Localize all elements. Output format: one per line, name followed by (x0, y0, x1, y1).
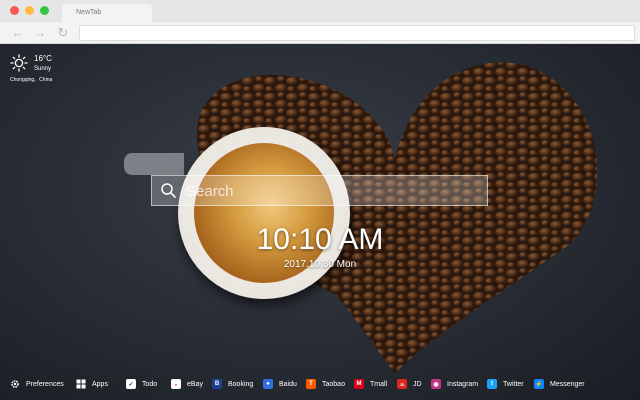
search-icon[interactable] (160, 182, 177, 199)
dock-label-tmall: Tmall (370, 380, 388, 388)
ebay-icon: e (171, 379, 181, 389)
gear-icon (11, 380, 19, 388)
dock-item-apps[interactable]: Apps (76, 376, 108, 392)
dock-item-taobao[interactable]: T Taobao (306, 376, 345, 392)
dock-item-jd[interactable]: JD JD (397, 376, 422, 392)
dock-label-preferences: Preferences (26, 380, 64, 388)
browser-tab[interactable]: NewTab (62, 4, 152, 22)
dock-item-instagram[interactable]: ◉ Instagram (431, 376, 478, 392)
address-bar[interactable] (79, 25, 635, 41)
search-box[interactable] (151, 175, 488, 206)
browser-tab-title: NewTab (76, 9, 102, 16)
dock-item-baidu[interactable]: ● Baidu (263, 376, 297, 392)
dock-item-messenger[interactable]: ⚡ Messenger (534, 376, 585, 392)
browser-tab-strip: NewTab (0, 0, 640, 22)
dock-label-jd: JD (413, 380, 422, 388)
search-input[interactable] (186, 180, 476, 202)
jd-icon: JD (397, 379, 407, 389)
cup-handle-image (124, 153, 184, 175)
dock-label-booking: Booking (228, 380, 254, 388)
sun-icon (10, 54, 28, 72)
booking-icon: B (212, 379, 222, 389)
dock-label-taobao: Taobao (322, 380, 345, 388)
weather-location: Chongqing、China (10, 77, 53, 83)
dock-label-todo: Todo (142, 380, 158, 388)
dock-item-tmall[interactable]: M Tmall (354, 376, 387, 392)
dock-label-ebay: eBay (187, 380, 203, 388)
weather-temperature: 16°C (34, 54, 52, 63)
checkbox-icon: ✓ (126, 379, 136, 389)
bottom-dock: Preferences Apps ✓ Todo e eBay B Booking… (0, 372, 640, 396)
back-arrow-icon[interactable]: ← (10, 25, 26, 41)
clock-date: 2017.10.30 Mon (283, 259, 357, 270)
close-window-button[interactable] (10, 6, 19, 15)
dock-label-instagram: Instagram (447, 380, 479, 388)
dock-item-booking[interactable]: B Booking (212, 376, 253, 392)
taobao-icon: T (306, 379, 316, 389)
minimize-window-button[interactable] (25, 6, 34, 15)
wallpaper-background (0, 44, 640, 400)
dock-label-apps: Apps (92, 380, 108, 388)
maximize-window-button[interactable] (40, 6, 49, 15)
dock-item-todo[interactable]: ✓ Todo (126, 376, 157, 392)
baidu-icon: ● (263, 379, 273, 389)
dock-label-baidu: Baidu (279, 380, 297, 388)
instagram-icon: ◉ (431, 379, 441, 389)
forward-arrow-icon[interactable]: → (32, 25, 48, 41)
browser-toolbar: ← → ↻ (0, 22, 640, 44)
dock-item-preferences[interactable]: Preferences (10, 376, 64, 392)
weather-widget[interactable]: 16°C Sunny Chongqing、China (8, 52, 68, 86)
dock-item-twitter[interactable]: t Twitter (487, 376, 524, 392)
coffee-cup-image (178, 127, 350, 299)
dock-label-twitter: Twitter (503, 380, 524, 388)
clock-time: 10:10 AM (256, 223, 384, 256)
dock-label-messenger: Messenger (550, 380, 585, 388)
reload-icon[interactable]: ↻ (55, 25, 71, 41)
messenger-icon: ⚡ (534, 379, 544, 389)
weather-condition: Sunny (34, 66, 52, 72)
grid-icon (76, 379, 86, 389)
tmall-icon: M (354, 379, 364, 389)
dock-item-ebay[interactable]: e eBay (171, 376, 203, 392)
twitter-icon: t (487, 379, 497, 389)
